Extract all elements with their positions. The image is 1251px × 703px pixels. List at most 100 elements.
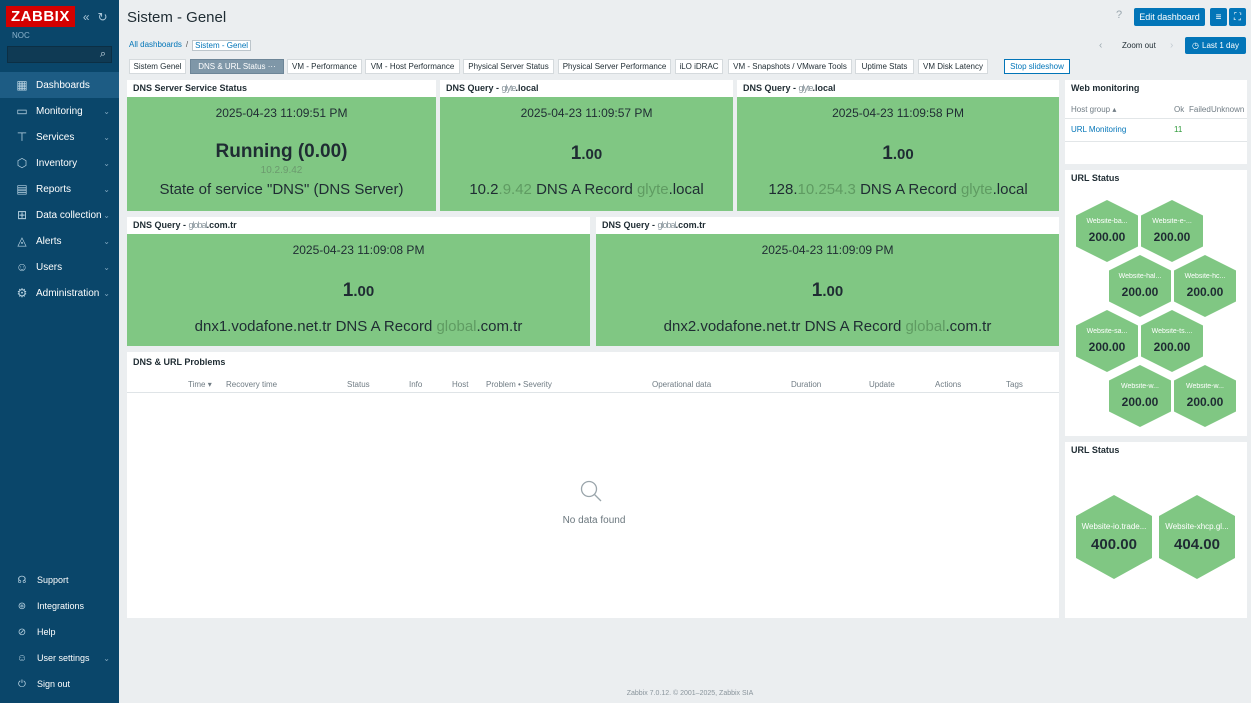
logo-row: ZABBIX « ↻ <box>6 6 108 27</box>
desc-part: .com.tr <box>945 318 992 335</box>
help-icon[interactable]: ? <box>1116 9 1122 21</box>
tab-vm-host-performance[interactable]: VM - Host Performance <box>365 59 460 74</box>
kiosk-mode-icon[interactable]: ↻ <box>98 10 108 24</box>
sidebar-item-dashboards[interactable]: ▦ Dashboards <box>0 72 119 98</box>
honeycomb-cell[interactable]: Website-io.trade... 400.00 <box>1076 495 1152 579</box>
widget-timestamp: 2025-04-23 11:09:57 PM <box>520 106 653 120</box>
col-status: Status <box>347 380 370 389</box>
help-icon: ⊘ <box>17 626 27 638</box>
tab-uptime-stats[interactable]: Uptime Stats <box>855 59 914 74</box>
sidebar-item-label: Administration <box>36 287 100 299</box>
tab-vm-performance[interactable]: VM - Performance <box>287 59 362 74</box>
breadcrumb-current[interactable]: Sistem - Genel <box>192 40 252 51</box>
sidebar-item-label: Help <box>37 627 56 637</box>
sidebar-item-alerts[interactable]: ◬ Alerts ⌄ <box>0 228 119 254</box>
widget-title: DNS Query - global.com.tr <box>127 217 590 234</box>
zabbix-logo[interactable]: ZABBIX <box>6 6 75 27</box>
widget-dns-server-service-status: DNS Server Service Status 2025-04-23 11:… <box>127 80 436 211</box>
chevron-down-icon: ⌄ <box>103 210 110 220</box>
widget-dns-query-4: DNS Query - global .com.tr 2025-04-23 11:… <box>596 217 1059 346</box>
redacted-text: global <box>436 318 477 335</box>
collapse-sidebar-icon[interactable]: « <box>83 10 90 24</box>
cell-label: Website-hc... <box>1184 273 1226 280</box>
tab-dns-url-status[interactable]: DNS & URL Status ··· <box>190 59 284 74</box>
chevron-down-icon: ⌄ <box>103 132 110 142</box>
time-next-icon[interactable]: › <box>1170 40 1173 51</box>
desc-part: dnx2.vodafone.net.tr DNS A Record <box>663 318 906 335</box>
time-prev-icon[interactable]: ‹ <box>1099 40 1102 51</box>
item-value-panel: 2025-04-23 11:09:09 PM 1.00 dnx2.vodafon… <box>596 234 1059 346</box>
search-icon[interactable]: ⌕ <box>100 48 106 61</box>
redacted-text: global <box>657 220 677 230</box>
cell-value: 200.00 <box>1121 395 1159 409</box>
widget-host: 10.2.9.42 <box>260 165 303 176</box>
services-icon: ⊤ <box>16 130 28 144</box>
widget-timestamp: 2025-04-23 11:09:58 PM <box>832 106 964 120</box>
sidebar-item-label: Inventory <box>36 157 78 169</box>
col-host: Host <box>452 380 469 389</box>
widget-timestamp: 2025-04-23 11:09:08 PM <box>292 243 425 257</box>
desc-part: DNS A Record <box>855 181 961 198</box>
widget-title: DNS & URL Problems <box>133 357 226 367</box>
widget-timestamp: 2025-04-23 11:09:09 PM <box>761 243 894 257</box>
sidebar-item-integrations[interactable]: ⊛ Integrations <box>0 595 119 617</box>
sidebar-item-help[interactable]: ⊘ Help <box>0 621 119 643</box>
time-period-button[interactable]: ◷ Last 1 day <box>1185 37 1246 54</box>
widget-title: URL Status <box>1071 445 1120 455</box>
sidebar: ZABBIX « ↻ NOC ⌕ ▦ Dashboards ▭ Monitori… <box>0 0 119 703</box>
support-icon: ☊ <box>17 574 27 586</box>
ok-count[interactable]: 11 <box>1174 125 1182 134</box>
tab-more-icon[interactable]: ··· <box>268 62 276 71</box>
sidebar-item-user-settings[interactable]: ☺ User settings ⌄ <box>0 647 119 669</box>
sidebar-item-services[interactable]: ⊤ Services ⌄ <box>0 124 119 150</box>
tab-physical-server-status[interactable]: Physical Server Status <box>463 59 554 74</box>
sidebar-search-input[interactable]: ⌕ <box>7 46 112 63</box>
sidebar-item-label: Reports <box>36 183 72 195</box>
sidebar-item-inventory[interactable]: ⬡ Inventory ⌄ <box>0 150 119 176</box>
honeycomb-cell[interactable]: Website-w... 200.00 <box>1109 365 1171 427</box>
sidebar-item-support[interactable]: ☊ Support <box>0 569 119 591</box>
value-decimal: .00 <box>353 283 375 300</box>
tab-vm-disk-latency[interactable]: VM Disk Latency <box>918 59 988 74</box>
value-decimal: .00 <box>822 283 844 300</box>
tab-ilo-idrac[interactable]: iLO iDRAC <box>675 59 723 74</box>
widget-title: DNS Query - glyte.local <box>440 80 733 97</box>
honeycomb-cell[interactable]: Website-hc... 200.00 <box>1174 255 1236 317</box>
tab-sistem-genel[interactable]: Sistem Genel <box>129 59 186 74</box>
edit-dashboard-button[interactable]: Edit dashboard <box>1134 8 1205 26</box>
widget-description: 10.2.9.42 DNS A Record glyte.local <box>440 181 733 198</box>
sidebar-item-data-collection[interactable]: ⊞ Data collection ⌄ <box>0 202 119 228</box>
cell-label: Website-e-... <box>1152 218 1192 225</box>
honeycomb-cell[interactable]: Website-ba... 200.00 <box>1076 200 1138 262</box>
redacted-text: global <box>188 220 208 230</box>
sidebar-item-sign-out[interactable]: ⏻ Sign out <box>0 673 119 695</box>
chevron-down-icon: ⌄ <box>103 262 110 272</box>
user-settings-icon: ☺ <box>16 652 28 664</box>
widget-title-prefix: DNS Query - <box>602 220 656 230</box>
breadcrumb-all-dashboards[interactable]: All dashboards <box>129 40 182 51</box>
honeycomb-cell[interactable]: Website-sa... 200.00 <box>1076 310 1138 372</box>
cell-label: Website-sa... <box>1086 328 1128 335</box>
sidebar-item-users[interactable]: ☺ Users ⌄ <box>0 254 119 280</box>
tab-physical-server-performance[interactable]: Physical Server Performance <box>558 59 671 74</box>
zoom-out-button[interactable]: Zoom out <box>1122 41 1156 50</box>
widget-description: dnx2.vodafone.net.tr DNS A Record global… <box>596 318 1059 335</box>
honeycomb-cell[interactable]: Website-xhcp.gl... 404.00 <box>1159 495 1235 579</box>
col-host-group[interactable]: Host group ▴ <box>1071 105 1116 114</box>
honeycomb-cell[interactable]: Website-w... 200.00 <box>1174 365 1236 427</box>
sidebar-item-monitoring[interactable]: ▭ Monitoring ⌄ <box>0 98 119 124</box>
sidebar-item-administration[interactable]: ⚙ Administration ⌄ <box>0 280 119 306</box>
host-group-link[interactable]: URL Monitoring <box>1071 125 1126 134</box>
tab-vm-snapshots[interactable]: VM - Snapshots / VMware Tools <box>728 59 852 74</box>
honeycomb-cell[interactable]: Website-hal... 200.00 <box>1109 255 1171 317</box>
honeycomb-cell[interactable]: Website-ts.... 200.00 <box>1141 310 1203 372</box>
kiosk-mode-icon[interactable]: ⛶ <box>1229 8 1246 26</box>
widget-value: 1.00 <box>440 143 733 165</box>
sidebar-item-label: Support <box>37 575 69 585</box>
col-time[interactable]: Time ▾ <box>188 380 212 389</box>
stop-slideshow-button[interactable]: Stop slideshow <box>1004 59 1070 74</box>
honeycomb-cell[interactable]: Website-e-... 200.00 <box>1141 200 1203 262</box>
actions-menu-icon[interactable]: ≡ <box>1210 8 1227 26</box>
sidebar-item-reports[interactable]: ▤ Reports ⌄ <box>0 176 119 202</box>
widget-dns-query-3: DNS Query - global.com.tr 2025-04-23 11:… <box>127 217 590 346</box>
